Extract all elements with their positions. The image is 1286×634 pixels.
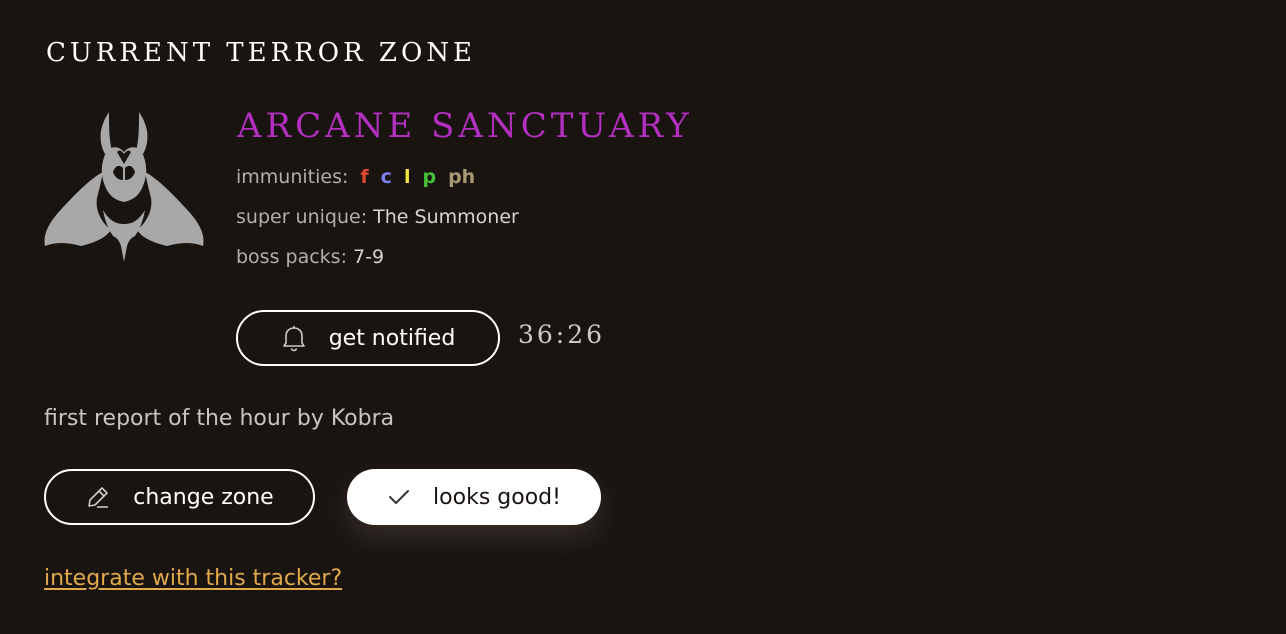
countdown-timer: 36:26 xyxy=(518,320,606,349)
immunity-physical: ph xyxy=(448,166,476,188)
immunity-cold: c xyxy=(380,166,392,188)
immunity-fire: f xyxy=(360,166,369,188)
super-unique-value: The Summoner xyxy=(373,206,519,228)
looks-good-button[interactable]: looks good! xyxy=(347,469,601,525)
immunities-row: immunities: f c l p ph xyxy=(236,166,475,188)
get-notified-button[interactable]: get notified xyxy=(236,310,500,366)
integrate-tracker-link[interactable]: integrate with this tracker? xyxy=(44,566,342,591)
immunity-poison: p xyxy=(422,166,437,188)
boss-packs-row: boss packs: 7-9 xyxy=(236,246,384,268)
section-title: Current Terror Zone xyxy=(46,38,477,68)
looks-good-label: looks good! xyxy=(433,484,561,510)
super-unique-row: super unique: The Summoner xyxy=(236,206,519,228)
boss-packs-value: 7-9 xyxy=(353,246,385,268)
pencil-icon xyxy=(85,484,111,510)
report-text: first report of the hour by Kobra xyxy=(44,406,395,431)
get-notified-label: get notified xyxy=(328,325,456,351)
immunity-lightning: l xyxy=(403,166,411,188)
boss-packs-label: boss packs: xyxy=(236,246,347,268)
super-unique-label: super unique: xyxy=(236,206,368,228)
zone-name: Arcane Sanctuary xyxy=(237,106,693,146)
change-zone-button[interactable]: change zone xyxy=(44,469,315,525)
bell-icon xyxy=(281,324,307,352)
checkmark-icon xyxy=(387,487,411,507)
change-zone-label: change zone xyxy=(133,484,274,510)
horned-demon-emblem-icon xyxy=(43,110,205,262)
immunities-label: immunities: xyxy=(236,166,349,188)
